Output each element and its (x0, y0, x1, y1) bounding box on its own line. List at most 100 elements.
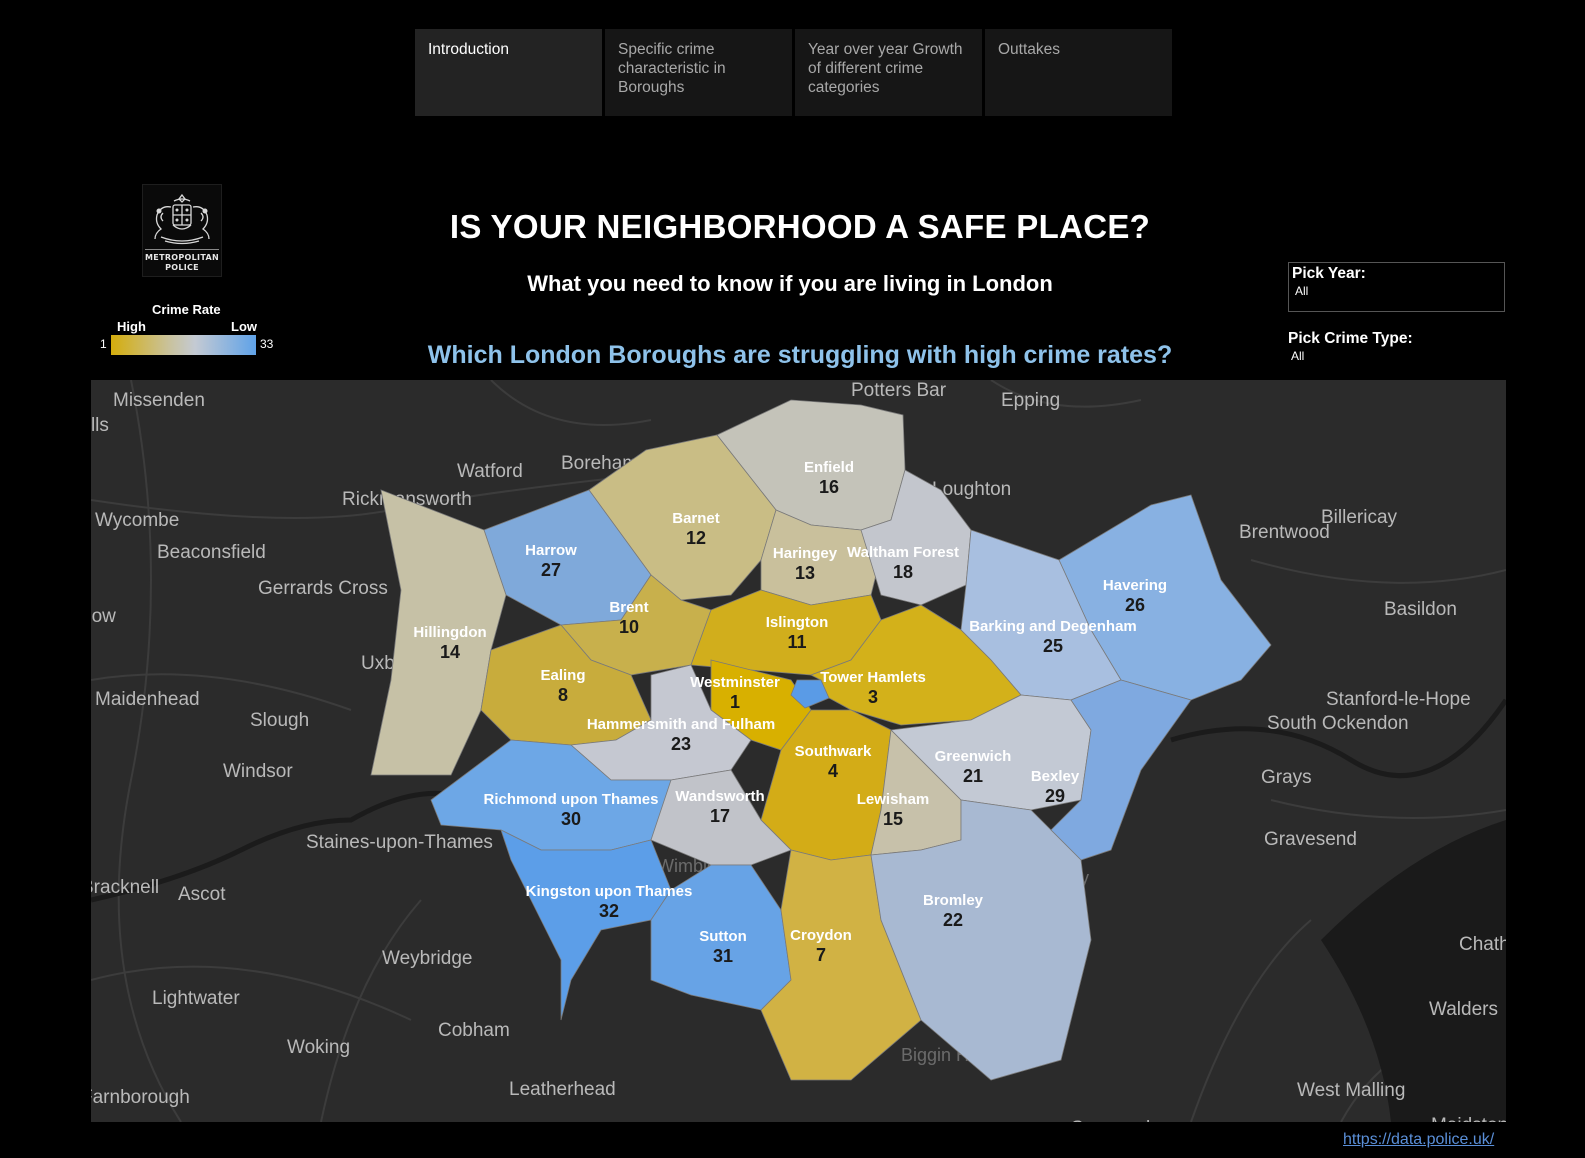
borough-rank-harrow: 27 (541, 560, 561, 580)
borough-rank-sutton: 31 (713, 946, 733, 966)
borough-rank-hammersmith-and-fulham: 23 (671, 734, 691, 754)
place-label-weybridge: Weybridge (382, 948, 472, 969)
borough-name-tower-hamlets: Tower Hamlets (820, 669, 926, 686)
borough-rank-barking-and-degenham: 25 (1043, 636, 1063, 656)
place-label-gerrards-cross: Gerrards Cross (258, 578, 388, 599)
borough-rank-wandsworth: 17 (710, 806, 730, 826)
pick-crime-type-filter[interactable]: Pick Crime Type: All (1285, 328, 1502, 368)
borough-rank-richmond-upon-thames: 30 (561, 809, 581, 829)
borough-rank-tower-hamlets: 3 (868, 687, 878, 707)
logo-divider (145, 249, 219, 250)
tab-specific-crime-characteristic[interactable]: Specific crime characteristic in Borough… (605, 29, 792, 116)
place-label-bracknell: Bracknell (91, 877, 159, 898)
place-label-chatham: Chatham (1459, 934, 1506, 955)
place-label-leatherhead: Leatherhead (509, 1079, 616, 1100)
tab-introduction[interactable]: Introduction (415, 29, 602, 116)
place-label-lightwater: Lightwater (152, 988, 240, 1009)
place-label-farnborough: Farnborough (91, 1087, 190, 1108)
logo-text: METROPOLITAN POLICE (145, 253, 219, 273)
borough-name-kingston-upon-thames: Kingston upon Thames (526, 883, 693, 900)
place-label-west-malling: West Malling (1297, 1080, 1405, 1101)
borough-name-bromley: Bromley (923, 892, 984, 909)
borough-name-harrow: Harrow (525, 542, 577, 559)
story-tabs: Introduction Specific crime characterist… (415, 29, 1172, 116)
borough-name-westminster: Westminster (690, 674, 780, 691)
borough-rank-westminster: 1 (730, 692, 740, 712)
metropolitan-police-logo: METROPOLITAN POLICE (142, 184, 222, 277)
borough-kingston[interactable] (500, 829, 672, 1021)
borough-rank-lewisham: 15 (883, 809, 903, 829)
place-label-missenden: Missenden (113, 390, 205, 411)
legend-title: Crime Rate (152, 302, 221, 317)
borough-name-barking-and-degenham: Barking and Degenham (969, 618, 1137, 635)
crime-rate-legend: Crime Rate High Low 1 33 (96, 302, 286, 362)
place-label-walders: Walders (1429, 999, 1498, 1020)
borough-name-bexley: Bexley (1031, 768, 1080, 785)
borough-name-enfield: Enfield (804, 459, 854, 476)
borough-name-wandsworth: Wandsworth (675, 788, 764, 805)
borough-name-richmond-upon-thames: Richmond upon Thames (483, 791, 658, 808)
place-label-staines-upon-thames: Staines-upon-Thames (306, 832, 493, 853)
borough-rank-havering: 26 (1125, 595, 1145, 615)
legend-low-label: Low (231, 319, 257, 334)
borough-name-barnet: Barnet (672, 510, 720, 527)
place-label-beaconsfield: Beaconsfield (157, 542, 266, 563)
borough-rank-ealing: 8 (558, 685, 568, 705)
borough-rank-islington: 11 (787, 632, 806, 652)
borough-name-hillingdon: Hillingdon (413, 624, 486, 641)
borough-name-southwark: Southwark (795, 743, 872, 760)
place-label-slough: Slough (250, 710, 309, 731)
pick-year-filter[interactable]: Pick Year: All (1288, 262, 1505, 312)
map-question-heading: Which London Boroughs are struggling wit… (427, 341, 1173, 369)
place-label-billericay: Billericay (1321, 507, 1398, 528)
place-label-windsor: Windsor (223, 761, 293, 782)
page-subtitle: What you need to know if you are living … (527, 271, 1053, 296)
tab-year-over-year-growth[interactable]: Year over year Growth of different crime… (795, 29, 982, 116)
pick-year-label: Pick Year: (1292, 265, 1366, 282)
borough-rank-waltham-forest: 18 (893, 562, 913, 582)
legend-max-value: 33 (260, 337, 274, 351)
borough-rank-barnet: 12 (686, 528, 706, 548)
borough-polygons (370, 399, 1272, 1081)
borough-rank-greenwich: 21 (963, 766, 983, 786)
borough-rank-enfield: 16 (819, 477, 839, 497)
borough-name-waltham-forest: Waltham Forest (847, 544, 959, 561)
borough-rank-haringey: 13 (795, 563, 815, 583)
place-label-ascot: Ascot (178, 884, 226, 905)
borough-rank-southwark: 4 (828, 761, 838, 781)
map-svg: MissendenHillsPotters BarEppingWatfordBo… (91, 380, 1506, 1122)
place-label-epping: Epping (1001, 390, 1060, 411)
legend-color-ramp (111, 335, 256, 355)
page-title: IS YOUR NEIGHBORHOOD A SAFE PLACE? (449, 208, 1151, 245)
place-label-wycombe: Wycombe (95, 510, 179, 531)
borough-rank-brent: 10 (619, 617, 639, 637)
borough-rank-kingston-upon-thames: 32 (599, 901, 619, 921)
borough-name-sutton: Sutton (699, 928, 746, 945)
london-borough-map[interactable]: MissendenHillsPotters BarEppingWatfordBo… (91, 380, 1506, 1122)
place-label-low: Low (91, 606, 116, 627)
borough-rank-bexley: 29 (1045, 786, 1065, 806)
borough-name-croydon: Croydon (790, 927, 852, 944)
place-label-potters-bar: Potters Bar (851, 380, 947, 401)
data-source-link[interactable]: https://data.police.uk/ (1343, 1131, 1494, 1149)
place-label-sevenoaks: Sevenoaks (1071, 1118, 1165, 1122)
place-label-cobham: Cobham (438, 1020, 510, 1041)
tab-outtakes[interactable]: Outtakes (985, 29, 1172, 116)
pick-crime-type-label: Pick Crime Type: (1288, 330, 1413, 347)
borough-rank-hillingdon: 14 (440, 642, 460, 662)
borough-name-islington: Islington (766, 614, 829, 631)
borough-name-havering: Havering (1103, 577, 1167, 594)
place-label-south-ockendon: South Ockendon (1267, 713, 1409, 734)
borough-rank-bromley: 22 (943, 910, 963, 930)
borough-name-ealing: Ealing (540, 667, 585, 684)
place-label-gravesend: Gravesend (1264, 829, 1357, 850)
borough-name-greenwich: Greenwich (935, 748, 1012, 765)
pick-year-value[interactable]: All (1295, 284, 1501, 298)
legend-min-value: 1 (100, 337, 107, 351)
pick-crime-type-value[interactable]: All (1291, 349, 1499, 363)
borough-name-lewisham: Lewisham (857, 791, 930, 808)
place-label-grays: Grays (1261, 767, 1312, 788)
borough-name-haringey: Haringey (773, 545, 838, 562)
place-label-watford: Watford (457, 461, 523, 482)
legend-high-label: High (117, 319, 146, 334)
